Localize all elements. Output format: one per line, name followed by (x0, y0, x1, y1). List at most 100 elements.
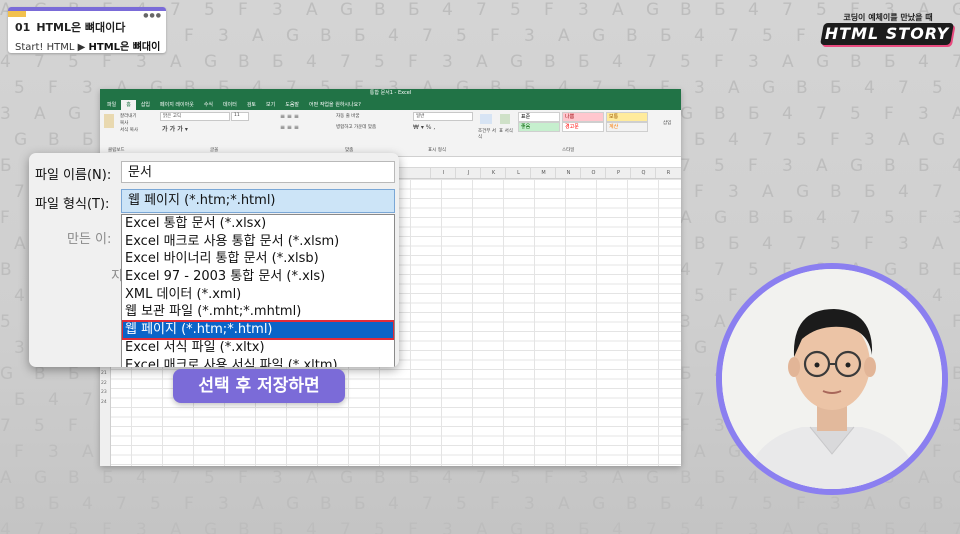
background-glyph: 5 (68, 52, 79, 72)
tab-page-layout[interactable]: 페이지 레이아웃 (155, 100, 199, 110)
background-glyph: Б (68, 364, 80, 384)
column-header-k[interactable]: K (480, 168, 506, 178)
background-glyph: B (320, 494, 332, 514)
align-left-icon[interactable]: ≡ ≡ ≡ (280, 124, 299, 131)
filename-label: 파일 이름(N): (35, 168, 112, 183)
bold-button[interactable]: 가 가 가 ▾ (162, 124, 188, 133)
row-header[interactable]: 21 (101, 371, 107, 376)
row-header[interactable]: 22 (101, 381, 107, 386)
cell-style-4[interactable]: 경고문 (562, 122, 604, 132)
background-glyph: 5 (456, 494, 467, 514)
background-glyph: A (558, 26, 570, 46)
background-glyph: 7 (170, 468, 181, 488)
column-header-m[interactable]: M (530, 168, 556, 178)
background-glyph: 3 (578, 0, 589, 20)
paste-icon[interactable] (104, 114, 114, 128)
column-header-o[interactable]: O (580, 168, 606, 178)
background-glyph: F (102, 52, 112, 72)
filetype-select[interactable]: 웹 페이지 (*.htm;*.html) (121, 189, 395, 213)
tab-data[interactable]: 데이터 (218, 100, 242, 110)
background-glyph: F (830, 130, 840, 150)
background-glyph: 5 (14, 78, 25, 98)
cell-style-2[interactable]: 보통 (606, 112, 648, 122)
background-glyph: B (48, 130, 60, 150)
filetype-option-xlsx[interactable]: Excel 통합 문서 (*.xlsx) (122, 215, 394, 233)
wrap-text-button[interactable]: 자동 줄 바꿈 (336, 113, 360, 119)
cell-style-1[interactable]: 나쁨 (562, 112, 604, 122)
copy-button[interactable]: 복사 (120, 120, 128, 126)
background-glyph: B (850, 52, 862, 72)
background-glyph: 7 (728, 494, 739, 514)
background-glyph: 5 (952, 416, 960, 436)
background-glyph: 7 (646, 520, 657, 534)
column-header-n[interactable]: N (555, 168, 581, 178)
tab-file[interactable]: 파일 (102, 100, 121, 110)
number-format-select[interactable]: 일반 (413, 112, 473, 121)
column-header-r[interactable]: R (655, 168, 681, 178)
background-glyph: 7 (932, 182, 943, 202)
background-glyph: 4 (728, 130, 739, 150)
background-glyph: F (14, 442, 24, 462)
filetype-option-html[interactable]: 웹 페이지 (*.htm;*.html) (122, 320, 394, 340)
tab-home[interactable]: 홈 (121, 100, 136, 110)
tab-view[interactable]: 보기 (261, 100, 280, 110)
column-header-i[interactable]: I (430, 168, 456, 178)
tab-review[interactable]: 검토 (242, 100, 261, 110)
column-header-j[interactable]: J (455, 168, 481, 178)
background-glyph: B (796, 78, 808, 98)
background-glyph: G (204, 520, 218, 534)
background-glyph: 5 (68, 520, 79, 534)
background-glyph: 4 (306, 520, 317, 534)
background-glyph: 3 (748, 520, 759, 534)
background-glyph: 4 (898, 182, 909, 202)
filename-input[interactable]: 문서 (121, 161, 395, 183)
background-glyph: B (544, 520, 556, 534)
background-glyph: 5 (374, 52, 385, 72)
column-header-l[interactable]: L (505, 168, 531, 178)
tab-formulas[interactable]: 수식 (199, 100, 218, 110)
filetype-option-mht[interactable]: 웹 보관 파일 (*.mht;*.mhtml) (122, 303, 394, 321)
background-glyph: 5 (374, 520, 385, 534)
cut-button[interactable]: 잘라내기 (120, 113, 137, 119)
tab-help[interactable]: 도움말 (280, 100, 304, 110)
filetype-option-xml[interactable]: XML 데이터 (*.xml) (122, 286, 394, 304)
cell-style-0[interactable]: 표준 (518, 112, 560, 122)
filetype-option-xlsm[interactable]: Excel 매크로 사용 통합 문서 (*.xlsm) (122, 233, 394, 251)
font-name-value: 맑은 고딕 (163, 114, 181, 119)
background-glyph: Б (694, 130, 706, 150)
background-glyph: B (884, 156, 896, 176)
filetype-option-xltm[interactable]: Excel 매크로 사용 서식 파일 (*.xltm) (122, 357, 394, 368)
conditional-format-icon[interactable] (480, 114, 492, 124)
background-glyph: B (680, 468, 692, 488)
insert-cells-button[interactable]: 삽입 (663, 120, 671, 126)
format-painter-button[interactable]: 서식 복사 (120, 127, 138, 133)
tell-me-search[interactable]: 어떤 작업을 원하시나요? (304, 100, 366, 110)
filetype-option-xlsb[interactable]: Excel 바이너리 통합 문서 (*.xlsb) (122, 250, 394, 268)
background-glyph: A (306, 0, 318, 20)
cell-style-5[interactable]: 계산 (606, 122, 648, 132)
background-glyph: 3 (524, 26, 535, 46)
filetype-option-xltx[interactable]: Excel 서식 파일 (*.xltx) (122, 339, 394, 357)
align-top-icon[interactable]: ≡ ≡ ≡ (280, 113, 299, 120)
background-glyph: 5 (932, 78, 943, 98)
background-glyph: Б (48, 494, 60, 514)
row-header[interactable]: 23 (101, 390, 107, 395)
column-header-p[interactable]: P (605, 168, 631, 178)
background-glyph: 5 (510, 468, 521, 488)
font-size-select[interactable]: 11 (231, 112, 249, 121)
tab-insert[interactable]: 삽입 (136, 100, 155, 110)
merge-center-button[interactable]: 병합하고 가운데 맞춤 (336, 124, 376, 130)
cell-style-3[interactable]: 좋음 (518, 122, 560, 132)
background-glyph: F (884, 104, 894, 124)
format-table-icon[interactable] (500, 114, 510, 124)
conditional-format-button[interactable]: 조건부 서식 (478, 128, 496, 140)
background-glyph: 3 (272, 0, 283, 20)
filetype-option-xls[interactable]: Excel 97 - 2003 통합 문서 (*.xls) (122, 268, 394, 286)
row-header[interactable]: 24 (101, 400, 107, 405)
font-name-select[interactable]: 맑은 고딕 (160, 112, 230, 121)
background-glyph: A (612, 468, 624, 488)
column-header-q[interactable]: Q (630, 168, 656, 178)
format-table-button[interactable]: 표 서식 (499, 128, 513, 134)
currency-icon[interactable]: ₩ ▾ % , (413, 124, 435, 131)
background-glyph: 4 (388, 26, 399, 46)
